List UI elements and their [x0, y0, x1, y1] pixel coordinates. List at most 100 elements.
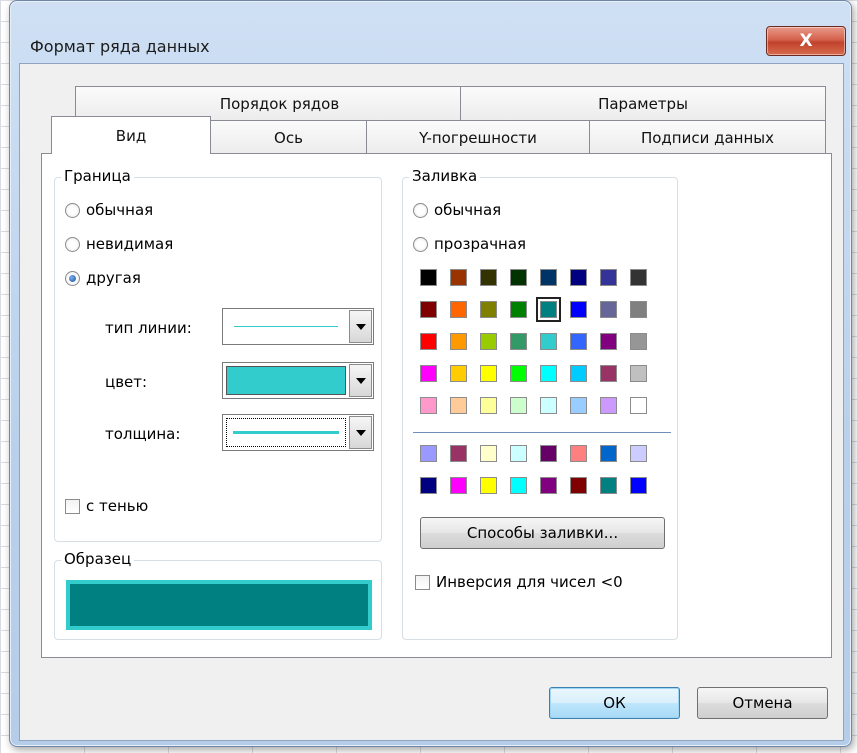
color-swatch[interactable]: [510, 269, 527, 286]
color-swatch[interactable]: [536, 297, 561, 322]
border-option-auto[interactable]: обычная: [65, 201, 153, 219]
tab-view[interactable]: Вид: [51, 116, 211, 154]
color-swatch[interactable]: [570, 333, 587, 350]
color-swatch[interactable]: [570, 477, 587, 494]
color-swatch[interactable]: [570, 301, 587, 318]
color-swatch[interactable]: [600, 445, 617, 462]
color-swatch[interactable]: [540, 333, 557, 350]
color-swatch[interactable]: [540, 365, 557, 382]
color-swatch[interactable]: [600, 365, 617, 382]
radio-button-selected[interactable]: [65, 270, 80, 286]
color-swatch[interactable]: [450, 477, 467, 494]
color-swatch[interactable]: [480, 301, 497, 318]
color-swatch[interactable]: [510, 301, 527, 318]
chevron-down-icon[interactable]: [349, 416, 372, 449]
color-swatch[interactable]: [420, 477, 437, 494]
color-swatch[interactable]: [420, 301, 437, 318]
color-swatch[interactable]: [600, 397, 617, 414]
fill-option-none-label: прозрачная: [434, 235, 527, 253]
color-swatch[interactable]: [510, 333, 527, 350]
weight-dropdown[interactable]: [222, 414, 374, 451]
color-swatch[interactable]: [540, 397, 557, 414]
color-swatch[interactable]: [630, 301, 647, 318]
border-option-custom[interactable]: другая: [65, 269, 141, 287]
chart-color-palette: [420, 445, 647, 494]
shadow-checkbox[interactable]: [65, 498, 80, 514]
tab-options[interactable]: Параметры: [460, 86, 826, 120]
sample-preview: [66, 580, 372, 630]
shadow-checkbox-row[interactable]: с тенью: [65, 497, 148, 515]
fill-group: Заливка обычная прозрачная Способы залив…: [402, 167, 678, 640]
color-swatch[interactable]: [630, 477, 647, 494]
tab-label: Ось: [274, 128, 303, 147]
color-swatch[interactable]: [480, 365, 497, 382]
fill-option-auto-label: обычная: [434, 201, 502, 219]
color-swatch[interactable]: [630, 333, 647, 350]
fill-option-none[interactable]: прозрачная: [413, 235, 526, 253]
fill-effects-button[interactable]: Способы заливки...: [420, 517, 665, 549]
color-swatch[interactable]: [480, 397, 497, 414]
line-type-dropdown[interactable]: [222, 308, 374, 345]
color-swatch[interactable]: [600, 301, 617, 318]
color-swatch[interactable]: [630, 397, 647, 414]
color-swatch[interactable]: [570, 269, 587, 286]
color-swatch[interactable]: [450, 269, 467, 286]
invert-if-negative-row[interactable]: Инверсия для чисел <0: [415, 573, 623, 591]
tab-y-error-bars[interactable]: Y-погрешности: [366, 120, 590, 154]
color-swatch[interactable]: [450, 333, 467, 350]
color-swatch[interactable]: [450, 445, 467, 462]
color-swatch[interactable]: [480, 477, 497, 494]
color-swatch[interactable]: [420, 397, 437, 414]
radio-button[interactable]: [413, 236, 428, 252]
radio-button[interactable]: [65, 236, 80, 252]
invert-if-negative-label: Инверсия для чисел <0: [436, 573, 623, 591]
tab-axis[interactable]: Ось: [210, 120, 367, 154]
cancel-button[interactable]: Отмена: [697, 687, 828, 719]
color-swatch[interactable]: [510, 477, 527, 494]
border-option-none[interactable]: невидимая: [65, 235, 173, 253]
color-swatch[interactable]: [450, 365, 467, 382]
sample-group-label: Образец: [61, 550, 135, 568]
chevron-down-icon[interactable]: [349, 364, 372, 397]
color-swatch[interactable]: [420, 269, 437, 286]
color-swatch[interactable]: [540, 445, 557, 462]
tab-data-labels[interactable]: Подписи данных: [589, 120, 826, 154]
color-swatch[interactable]: [630, 269, 647, 286]
color-swatch[interactable]: [600, 333, 617, 350]
ok-button[interactable]: ОК: [549, 687, 680, 719]
fill-option-auto[interactable]: обычная: [413, 201, 501, 219]
color-swatch[interactable]: [510, 365, 527, 382]
close-icon: X: [799, 31, 813, 51]
radio-button[interactable]: [413, 202, 428, 218]
dialog-title: Формат ряда данных: [30, 37, 210, 56]
color-swatch[interactable]: [630, 365, 647, 382]
color-swatch[interactable]: [510, 397, 527, 414]
tab-page-view: Граница обычная невидимая другая тип лин…: [41, 153, 832, 658]
color-swatch[interactable]: [450, 397, 467, 414]
color-swatch[interactable]: [420, 365, 437, 382]
radio-button[interactable]: [65, 202, 80, 218]
color-swatch[interactable]: [480, 269, 497, 286]
tab-series-order[interactable]: Порядок рядов: [75, 86, 484, 120]
color-swatch[interactable]: [510, 445, 527, 462]
color-swatch[interactable]: [600, 269, 617, 286]
color-swatch[interactable]: [540, 269, 557, 286]
color-swatch[interactable]: [570, 397, 587, 414]
color-swatch[interactable]: [570, 365, 587, 382]
close-button[interactable]: X: [766, 26, 846, 56]
color-dropdown[interactable]: [222, 362, 374, 399]
color-swatch[interactable]: [540, 477, 557, 494]
color-swatch[interactable]: [450, 301, 467, 318]
color-swatch[interactable]: [600, 477, 617, 494]
chevron-down-icon[interactable]: [349, 310, 372, 343]
color-swatch[interactable]: [570, 445, 587, 462]
border-group-label: Граница: [61, 167, 134, 185]
color-swatch[interactable]: [480, 445, 497, 462]
color-swatch[interactable]: [480, 333, 497, 350]
border-option-none-label: невидимая: [86, 235, 174, 253]
color-swatch[interactable]: [420, 333, 437, 350]
invert-if-negative-checkbox[interactable]: [415, 574, 430, 590]
color-swatch[interactable]: [630, 445, 647, 462]
color-palette: [420, 269, 647, 414]
color-swatch[interactable]: [420, 445, 437, 462]
